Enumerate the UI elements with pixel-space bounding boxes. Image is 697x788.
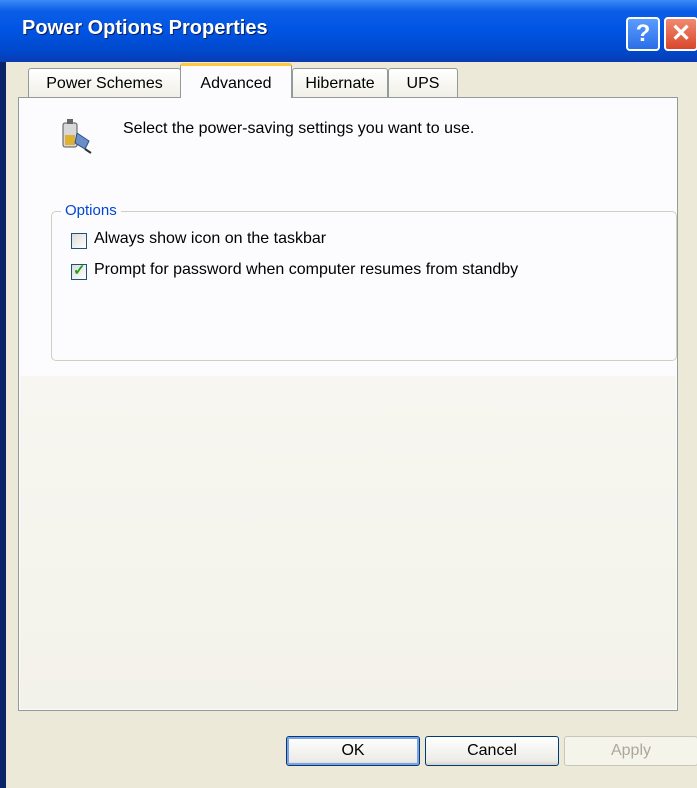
dialog-body: Power Schemes Advanced Hibernate UPS Sel… [6, 62, 697, 788]
options-group-label: Options [61, 202, 121, 219]
apply-button-label: Apply [610, 742, 652, 759]
title-bar[interactable]: Power Options Properties ? ✕ [0, 0, 697, 62]
prompt-password-checkbox[interactable]: ✓ [71, 262, 87, 280]
tab-label: Hibernate [305, 75, 375, 92]
tab-hibernate[interactable]: Hibernate [292, 68, 388, 98]
tab-advanced[interactable]: Advanced [180, 63, 292, 98]
tab-panel-advanced: Select the power-saving settings you wan… [18, 97, 678, 711]
panel-description: Select the power-saving settings you wan… [123, 120, 475, 137]
ok-button[interactable]: OK [286, 736, 420, 766]
tab-label: Power Schemes [46, 75, 163, 92]
help-icon: ? [635, 20, 651, 47]
apply-button[interactable]: Apply [564, 736, 697, 766]
close-icon: ✕ [670, 20, 692, 47]
tab-label: UPS [406, 75, 440, 92]
tab-label: Advanced [200, 75, 272, 92]
close-button[interactable]: ✕ [664, 17, 697, 51]
prompt-password-label[interactable]: Prompt for password when computer resume… [94, 261, 518, 279]
battery-power-icon [62, 119, 92, 154]
ok-button-label: OK [341, 742, 365, 759]
always-show-icon-checkbox[interactable] [71, 233, 87, 249]
help-button[interactable]: ? [626, 17, 660, 51]
tab-ups[interactable]: UPS [388, 68, 458, 98]
always-show-icon-label[interactable]: Always show icon on the taskbar [94, 230, 326, 248]
window-title: Power Options Properties [22, 17, 268, 39]
dialog-window: Power Options Properties ? ✕ Power Schem… [0, 0, 697, 788]
cancel-button-label: Cancel [467, 742, 517, 759]
cancel-button[interactable]: Cancel [425, 736, 559, 766]
panel-background [20, 376, 676, 709]
checkmark-icon: ✓ [73, 262, 86, 279]
tab-power-schemes[interactable]: Power Schemes [28, 68, 181, 98]
